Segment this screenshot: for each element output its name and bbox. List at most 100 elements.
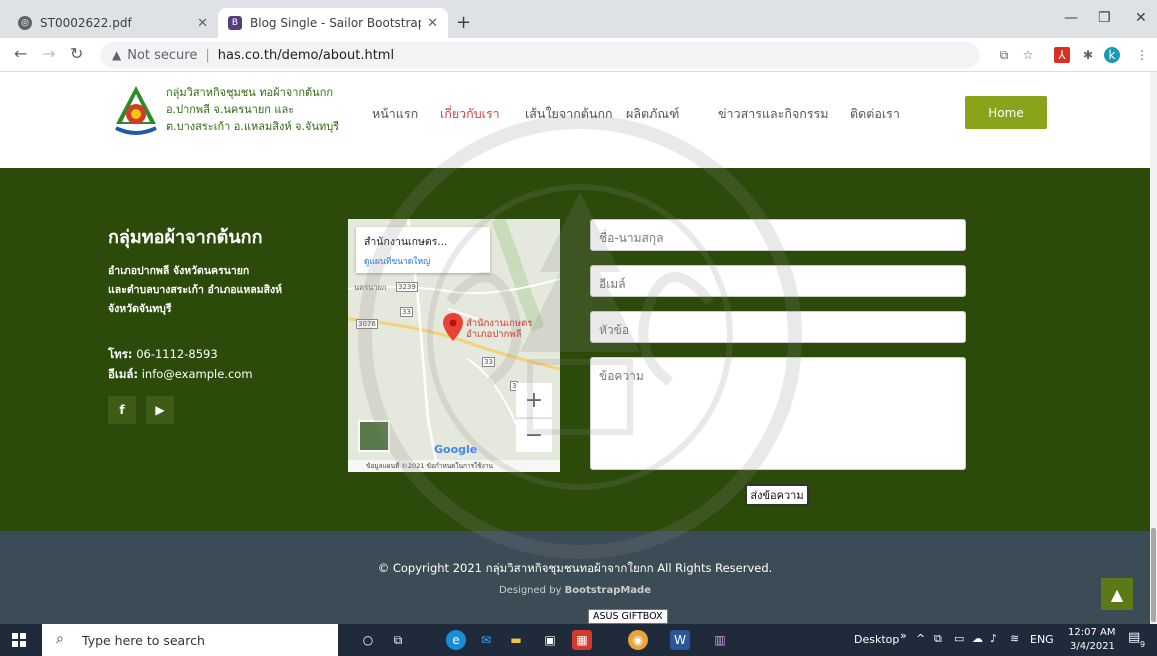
- desktop-toolbar-label[interactable]: Desktop: [854, 633, 899, 646]
- restore-button[interactable]: ❐: [1098, 10, 1111, 26]
- clock-date[interactable]: 3/4/2021: [1070, 641, 1115, 652]
- zoom-out-button[interactable]: −: [516, 418, 552, 452]
- nav-news[interactable]: ข่าวสารและกิจกรรม: [718, 104, 829, 124]
- copyright-text: © Copyright 2021 กลุ่มวิสาหกิจชุมชนทอผ้า…: [377, 561, 773, 575]
- subject-input[interactable]: หัวข้อ: [590, 311, 966, 343]
- divider: |: [205, 47, 210, 63]
- search-icon: ⌕: [56, 631, 64, 647]
- address-bar[interactable]: ▲ Not secure | has.co.th/demo/about.html: [100, 42, 980, 68]
- map-attribution[interactable]: ข้อมูลแผนที่ ©2021 ข้อกำหนดในการใช้งาน: [348, 460, 560, 472]
- close-tab-icon[interactable]: ✕: [427, 16, 438, 31]
- language-indicator[interactable]: ENG: [1030, 633, 1054, 646]
- google-logo: Google: [434, 443, 478, 456]
- edge-icon[interactable]: e: [446, 630, 466, 650]
- designer-link[interactable]: BootstrapMade: [565, 585, 651, 596]
- email-label: อีเมล์:: [108, 367, 139, 381]
- chevron-icon[interactable]: »: [900, 629, 907, 642]
- facebook-icon[interactable]: f: [108, 396, 136, 424]
- road-number: 33: [400, 307, 413, 317]
- menu-icon[interactable]: ⋮: [1134, 47, 1150, 63]
- footer-address: อำเภอปากพลี จังหวัดนครนายก และตำบลบางสระ…: [108, 262, 282, 319]
- bootstrap-icon: B: [228, 16, 242, 30]
- extensions-icon[interactable]: ✱: [1080, 47, 1096, 63]
- tab-title: ST0002622.pdf: [40, 16, 132, 30]
- notification-count: 9: [1140, 640, 1146, 649]
- footer-bottom: © Copyright 2021 กลุ่มวิสาหกิจชุมชนทอผ้า…: [0, 531, 1150, 624]
- view-larger-map-link[interactable]: ดูแผนที่ขนาดใหญ่: [364, 254, 482, 268]
- brand-line-1: กลุ่มวิสาหกิจชุมชน ทอผ้าจากต้นกก: [166, 86, 334, 99]
- translate-icon[interactable]: ⧉: [996, 47, 1012, 63]
- taskbar-search-box[interactable]: ⌕ Type here to search: [42, 624, 338, 656]
- browser-tab-bar: ◎ ST0002622.pdf ✕ B Blog Single - Sailor…: [0, 0, 1157, 38]
- map-info-card: สำนักงานเกษตร... ดูแผนที่ขนาดใหญ่: [356, 227, 490, 273]
- name-input[interactable]: ชื่อ-นามสกุล: [590, 219, 966, 251]
- road-number: 3239: [396, 282, 418, 292]
- zoom-in-button[interactable]: +: [516, 383, 552, 417]
- pin-label-line: สำนักงานเกษตร: [466, 318, 533, 329]
- address-line: และตำบลบางสระเก้า อำเภอแหลมสิงห์: [108, 284, 283, 296]
- store-icon[interactable]: ▣: [540, 630, 560, 650]
- nav-sedge-fiber[interactable]: เส้นใยจากต้นกก: [525, 104, 613, 124]
- security-status: Not secure: [127, 47, 198, 63]
- tray-icon[interactable]: ⧉: [934, 632, 942, 646]
- taskbar-tooltip: ASUS GIFTBOX: [588, 609, 668, 624]
- reload-icon[interactable]: ↻: [70, 44, 83, 63]
- onedrive-icon[interactable]: ☁: [972, 632, 983, 645]
- address-line: อำเภอปากพลี จังหวัดนครนายก: [108, 265, 250, 277]
- cortana-icon[interactable]: ○: [358, 630, 378, 650]
- back-icon[interactable]: ←: [14, 44, 27, 63]
- satellite-toggle[interactable]: [358, 420, 390, 452]
- scrollbar-thumb[interactable]: [1151, 528, 1156, 622]
- file-explorer-icon[interactable]: ▬: [506, 630, 526, 650]
- youtube-icon[interactable]: ▶: [146, 396, 174, 424]
- task-view-icon[interactable]: ⧉: [388, 630, 408, 650]
- wifi-icon[interactable]: ≋: [1010, 632, 1019, 645]
- asus-giftbox-icon[interactable]: ▦: [572, 630, 592, 650]
- tray-expand-icon[interactable]: ^: [916, 632, 925, 645]
- nav-about[interactable]: เกี่ยวกับเรา: [440, 104, 500, 124]
- designed-by: Designed by BootstrapMade: [0, 585, 1150, 596]
- notifications-icon[interactable]: ▤: [1128, 630, 1140, 645]
- footer-title: กลุ่มทอผ้าจากต้นกก: [108, 227, 263, 248]
- email-input[interactable]: อีเมล์: [590, 265, 966, 297]
- tab-pdf[interactable]: ◎ ST0002622.pdf ✕: [8, 8, 218, 38]
- forward-icon[interactable]: →: [42, 44, 55, 63]
- globe-icon: ◎: [18, 16, 32, 30]
- close-tab-icon[interactable]: ✕: [197, 16, 208, 31]
- volume-icon[interactable]: ♪: [990, 632, 997, 645]
- battery-icon[interactable]: ▭: [954, 632, 964, 645]
- new-tab-button[interactable]: +: [456, 12, 471, 33]
- road-number: 3076: [356, 319, 378, 329]
- brand-line-3: ต.บางสระเก้า อ.แหลมสิงห์ จ.จันทบุรี: [166, 120, 340, 133]
- chrome-icon[interactable]: ◉: [628, 630, 648, 650]
- warning-icon: ▲: [112, 48, 122, 62]
- star-icon[interactable]: ☆: [1020, 47, 1036, 63]
- map-pin-icon[interactable]: [443, 313, 463, 341]
- nav-home[interactable]: หน้าแรก: [372, 104, 418, 124]
- back-to-top-button[interactable]: ▲: [1101, 578, 1133, 610]
- profile-avatar[interactable]: k: [1104, 47, 1120, 63]
- home-button[interactable]: Home: [965, 96, 1047, 129]
- tab-title: Blog Single - Sailor Bootstrap Te: [250, 16, 422, 30]
- google-map[interactable]: 3239 33 3076 33 3 นครนายก สำนักงานเกษตร.…: [348, 219, 560, 472]
- minimize-button[interactable]: —: [1064, 10, 1078, 26]
- nav-contact[interactable]: ติดต่อเรา: [850, 104, 900, 124]
- web-page: กลุ่มวิสาหกิจชุมชน ทอผ้าจากต้นกก อ.ปากพล…: [0, 72, 1150, 624]
- nav-products[interactable]: ผลิตภัณฑ์: [626, 104, 679, 124]
- send-message-button[interactable]: ส่งข้อความ: [745, 484, 809, 506]
- brand-text[interactable]: กลุ่มวิสาหกิจชุมชน ทอผ้าจากต้นกก อ.ปากพล…: [166, 84, 339, 135]
- windows-start-icon[interactable]: [12, 633, 26, 647]
- app-icon[interactable]: ▥: [710, 630, 730, 650]
- pdf-extension-icon[interactable]: ⅄: [1054, 47, 1070, 63]
- message-textarea[interactable]: ข้อความ: [590, 357, 966, 470]
- address-line: จังหวัดจันทบุรี: [108, 303, 172, 315]
- word-icon[interactable]: W: [670, 630, 690, 650]
- clock-time[interactable]: 12:07 AM: [1068, 627, 1115, 638]
- footer-contact-section: กลุ่มทอผ้าจากต้นกก อำเภอปากพลี จังหวัดนค…: [0, 168, 1150, 531]
- tab-blog-single[interactable]: B Blog Single - Sailor Bootstrap Te ✕: [218, 8, 448, 38]
- close-window-button[interactable]: ✕: [1135, 10, 1147, 26]
- site-header: กลุ่มวิสาหกิจชุมชน ทอผ้าจากต้นกก อ.ปากพล…: [0, 72, 1150, 158]
- phone-label: โทร:: [108, 347, 133, 361]
- mail-icon[interactable]: ✉: [476, 630, 496, 650]
- windows-taskbar: ⌕ Type here to search ○ ⧉ e ✉ ▬ ▣ ▦ ◉ W …: [0, 624, 1157, 656]
